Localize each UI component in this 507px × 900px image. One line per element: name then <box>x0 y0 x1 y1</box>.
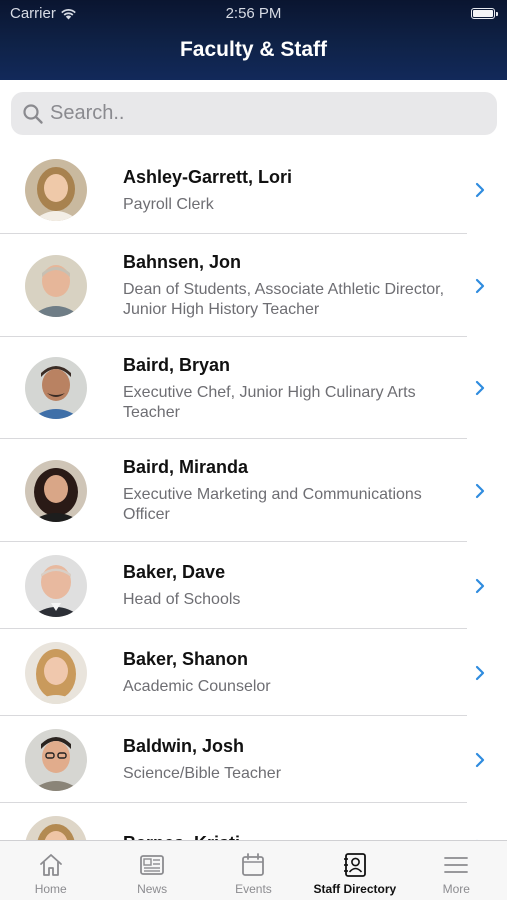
staff-photo-avatar <box>25 815 87 840</box>
chevron-right-icon <box>475 483 485 498</box>
chevron-right-icon <box>475 578 485 593</box>
staff-name: Barnes, Kristi <box>123 832 463 840</box>
tab-label: Events <box>235 882 272 896</box>
tab-label: Staff Directory <box>313 882 397 896</box>
page-title: Faculty & Staff <box>179 38 328 61</box>
staff-row[interactable]: Baird, Miranda Executive Marketing and C… <box>0 439 507 542</box>
chevron-right-icon <box>475 665 485 680</box>
tab-events[interactable]: Events <box>203 841 304 900</box>
status-bar: Carrier 2:56 PM <box>0 0 507 28</box>
staff-photo-avatar <box>25 357 87 419</box>
staff-name: Ashley-Garrett, Lori <box>123 166 293 187</box>
tab-home[interactable]: Home <box>0 841 101 900</box>
chevron-right-icon <box>475 182 485 198</box>
search-field[interactable] <box>11 92 497 135</box>
staff-role: Payroll Clerk <box>123 195 214 213</box>
tab-staff-directory[interactable]: Staff Directory <box>304 841 405 900</box>
staff-role: Executive Chef, Junior High Culinary Art… <box>123 383 416 421</box>
staff-row[interactable]: Baldwin, Josh Science/Bible Teacher <box>0 716 507 803</box>
menu-icon <box>444 857 469 873</box>
home-icon <box>39 854 62 876</box>
news-icon <box>140 855 164 875</box>
staff-role: Academic Counselor <box>123 678 271 695</box>
chevron-right-icon <box>475 752 485 767</box>
tab-more[interactable]: More <box>406 841 507 900</box>
staff-role: Dean of Students, Associate Athletic Dir… <box>123 281 445 318</box>
staff-role: Executive Marketing and Communications O… <box>123 486 422 523</box>
staff-name: Baldwin, Josh <box>123 736 245 756</box>
staff-name: Baird, Miranda <box>123 457 249 477</box>
battery-icon <box>471 8 498 19</box>
tab-label: Home <box>34 882 67 896</box>
search-icon <box>23 103 43 124</box>
tab-bar: Home News Events Staff Directory More <box>0 840 507 900</box>
tab-news[interactable]: News <box>101 841 202 900</box>
search-input[interactable] <box>50 102 470 125</box>
staff-name: Baird, Bryan <box>123 354 231 375</box>
staff-photo-avatar <box>25 459 87 522</box>
staff-role: Science/Bible Teacher <box>123 765 282 782</box>
staff-photo-avatar <box>25 254 87 317</box>
chevron-right-icon <box>475 278 485 293</box>
staff-name: Bahnsen, Jon <box>123 252 242 272</box>
staff-photo-avatar <box>25 641 87 704</box>
staff-directory-screen: Carrier 2:56 PM Faculty & Staff Search..… <box>0 0 507 900</box>
staff-row[interactable]: Baird, Bryan Executive Chef, Junior High… <box>0 337 507 439</box>
chevron-right-icon <box>475 380 485 396</box>
staff-row[interactable]: Baker, Dave Head of Schools <box>0 542 507 629</box>
staff-photo-avatar <box>25 159 87 221</box>
staff-row[interactable]: Ashley-Garrett, Lori Payroll Clerk <box>0 146 507 234</box>
staff-photo-avatar <box>25 554 87 617</box>
staff-photo-avatar <box>25 728 87 791</box>
search-bar <box>0 80 507 144</box>
calendar-icon <box>242 853 265 876</box>
staff-row[interactable]: Barnes, Kristi <box>0 803 507 840</box>
tab-label: More <box>442 882 470 896</box>
staff-name: Baker, Dave <box>123 562 226 582</box>
staff-row[interactable]: Baker, Shanon Academic Counselor <box>0 629 507 716</box>
nav-header: Carrier 2:56 PM Faculty & Staff <box>0 0 507 80</box>
staff-name: Baker, Shanon <box>123 649 249 669</box>
contact-card-icon <box>343 853 366 877</box>
staff-list: Ashley-Garrett, Lori Payroll Clerk Bahns… <box>0 146 507 840</box>
tab-label: News <box>137 882 168 896</box>
staff-row[interactable]: Bahnsen, Jon Dean of Students, Associate… <box>0 234 507 337</box>
staff-role: Head of Schools <box>123 591 241 608</box>
clock: 2:56 PM <box>225 5 282 22</box>
